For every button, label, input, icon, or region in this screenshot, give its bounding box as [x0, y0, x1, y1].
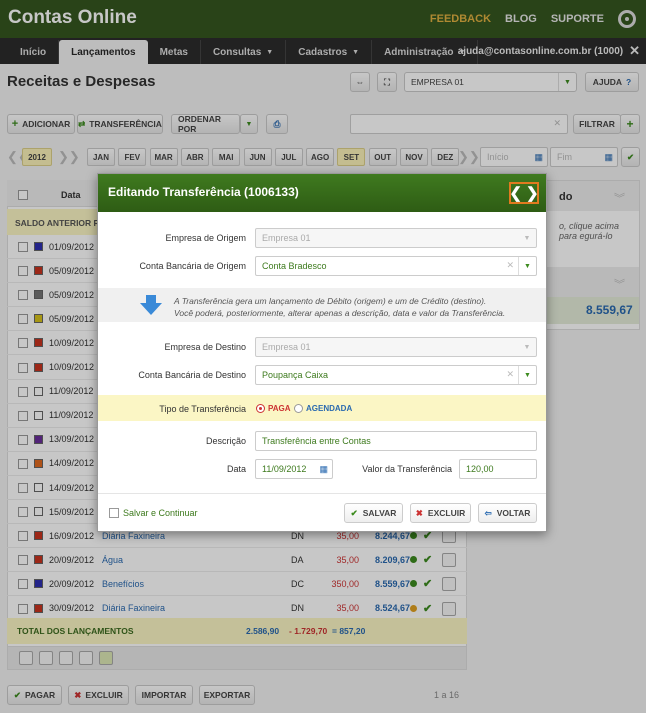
check-icon: ✔: [350, 507, 358, 518]
voltar-label: VOLTAR: [496, 508, 531, 518]
voltar-button[interactable]: ⇦ VOLTAR: [478, 503, 537, 523]
conta-origem-value: Conta Bradesco: [262, 261, 327, 271]
data-label: Data: [226, 464, 246, 474]
delete-icon: ✖: [415, 507, 423, 518]
record-nav[interactable]: ❮ ❯: [509, 182, 539, 204]
valor-label: Valor da Transferência: [362, 464, 452, 474]
conta-destino-value: Poupança Caixa: [262, 370, 329, 380]
salvar-continuar-checkbox[interactable]: [109, 508, 119, 518]
modal-title: Editando Transferência (1006133): [108, 185, 299, 199]
salvar-label: SALVAR: [362, 508, 397, 518]
modal-excluir-button[interactable]: ✖ EXCLUIR: [410, 503, 471, 523]
valor-value: 120,00: [466, 464, 494, 474]
info-note: A Transferência gera um lançamento de Dé…: [98, 288, 546, 322]
salvar-continuar-label[interactable]: Salvar e Continuar: [123, 508, 198, 518]
note-line-2: Você poderá, posteriormente, alterar ape…: [174, 308, 506, 318]
conta-destino-select[interactable]: Poupança Caixa ✕ ▼: [255, 365, 537, 385]
clear-icon[interactable]: ✕: [506, 369, 514, 380]
note-line-1: A Transferência gera um lançamento de Dé…: [174, 296, 487, 306]
empresa-origem-value: Empresa 01: [262, 233, 311, 243]
divider: [98, 493, 546, 494]
chevron-right-icon[interactable]: ❯: [526, 184, 539, 202]
clear-icon[interactable]: ✕: [506, 260, 514, 271]
descricao-input[interactable]: Transferência entre Contas: [255, 431, 537, 451]
conta-destino-label: Conta Bancária de Destino: [138, 370, 246, 380]
valor-input[interactable]: 120,00: [459, 459, 537, 479]
chevron-down-icon: ▼: [523, 234, 531, 242]
tipo-label: Tipo de Transferência: [159, 404, 246, 414]
chevron-down-icon: ▼: [523, 343, 531, 351]
chevron-down-icon: ▼: [518, 257, 536, 275]
calendar-icon[interactable]: ▦: [319, 464, 328, 475]
empresa-destino-value: Empresa 01: [262, 342, 311, 352]
excluir-label: EXCLUIR: [427, 508, 466, 518]
empresa-origem-select[interactable]: Empresa 01 ▼: [255, 228, 537, 248]
paga-label[interactable]: PAGA: [268, 404, 291, 413]
salvar-button[interactable]: ✔ SALVAR: [344, 503, 403, 523]
arrow-down-icon: [140, 295, 162, 315]
data-value: 11/09/2012: [262, 464, 307, 474]
conta-origem-label: Conta Bancária de Origem: [139, 261, 246, 271]
agendada-label[interactable]: AGENDADA: [306, 404, 352, 413]
tipo-row: Tipo de Transferência PAGA AGENDADA: [98, 395, 546, 421]
empresa-origem-label: Empresa de Origem: [165, 233, 246, 243]
paga-radio[interactable]: [256, 404, 265, 413]
arrow-left-icon: ⇦: [484, 507, 492, 518]
chevron-left-icon[interactable]: ❮: [509, 184, 522, 202]
agendada-radio[interactable]: [294, 404, 303, 413]
empresa-destino-label: Empresa de Destino: [164, 342, 246, 352]
descricao-value: Transferência entre Contas: [262, 436, 371, 446]
descricao-label: Descrição: [205, 436, 246, 446]
empresa-destino-select[interactable]: Empresa 01 ▼: [255, 337, 537, 357]
edit-transfer-modal: Editando Transferência (1006133) ❮ ❯ Empr…: [97, 173, 547, 532]
radio-dot: [259, 407, 262, 410]
data-input[interactable]: 11/09/2012 ▦: [255, 459, 333, 479]
conta-origem-select[interactable]: Conta Bradesco ✕ ▼: [255, 256, 537, 276]
chevron-down-icon: ▼: [518, 366, 536, 384]
